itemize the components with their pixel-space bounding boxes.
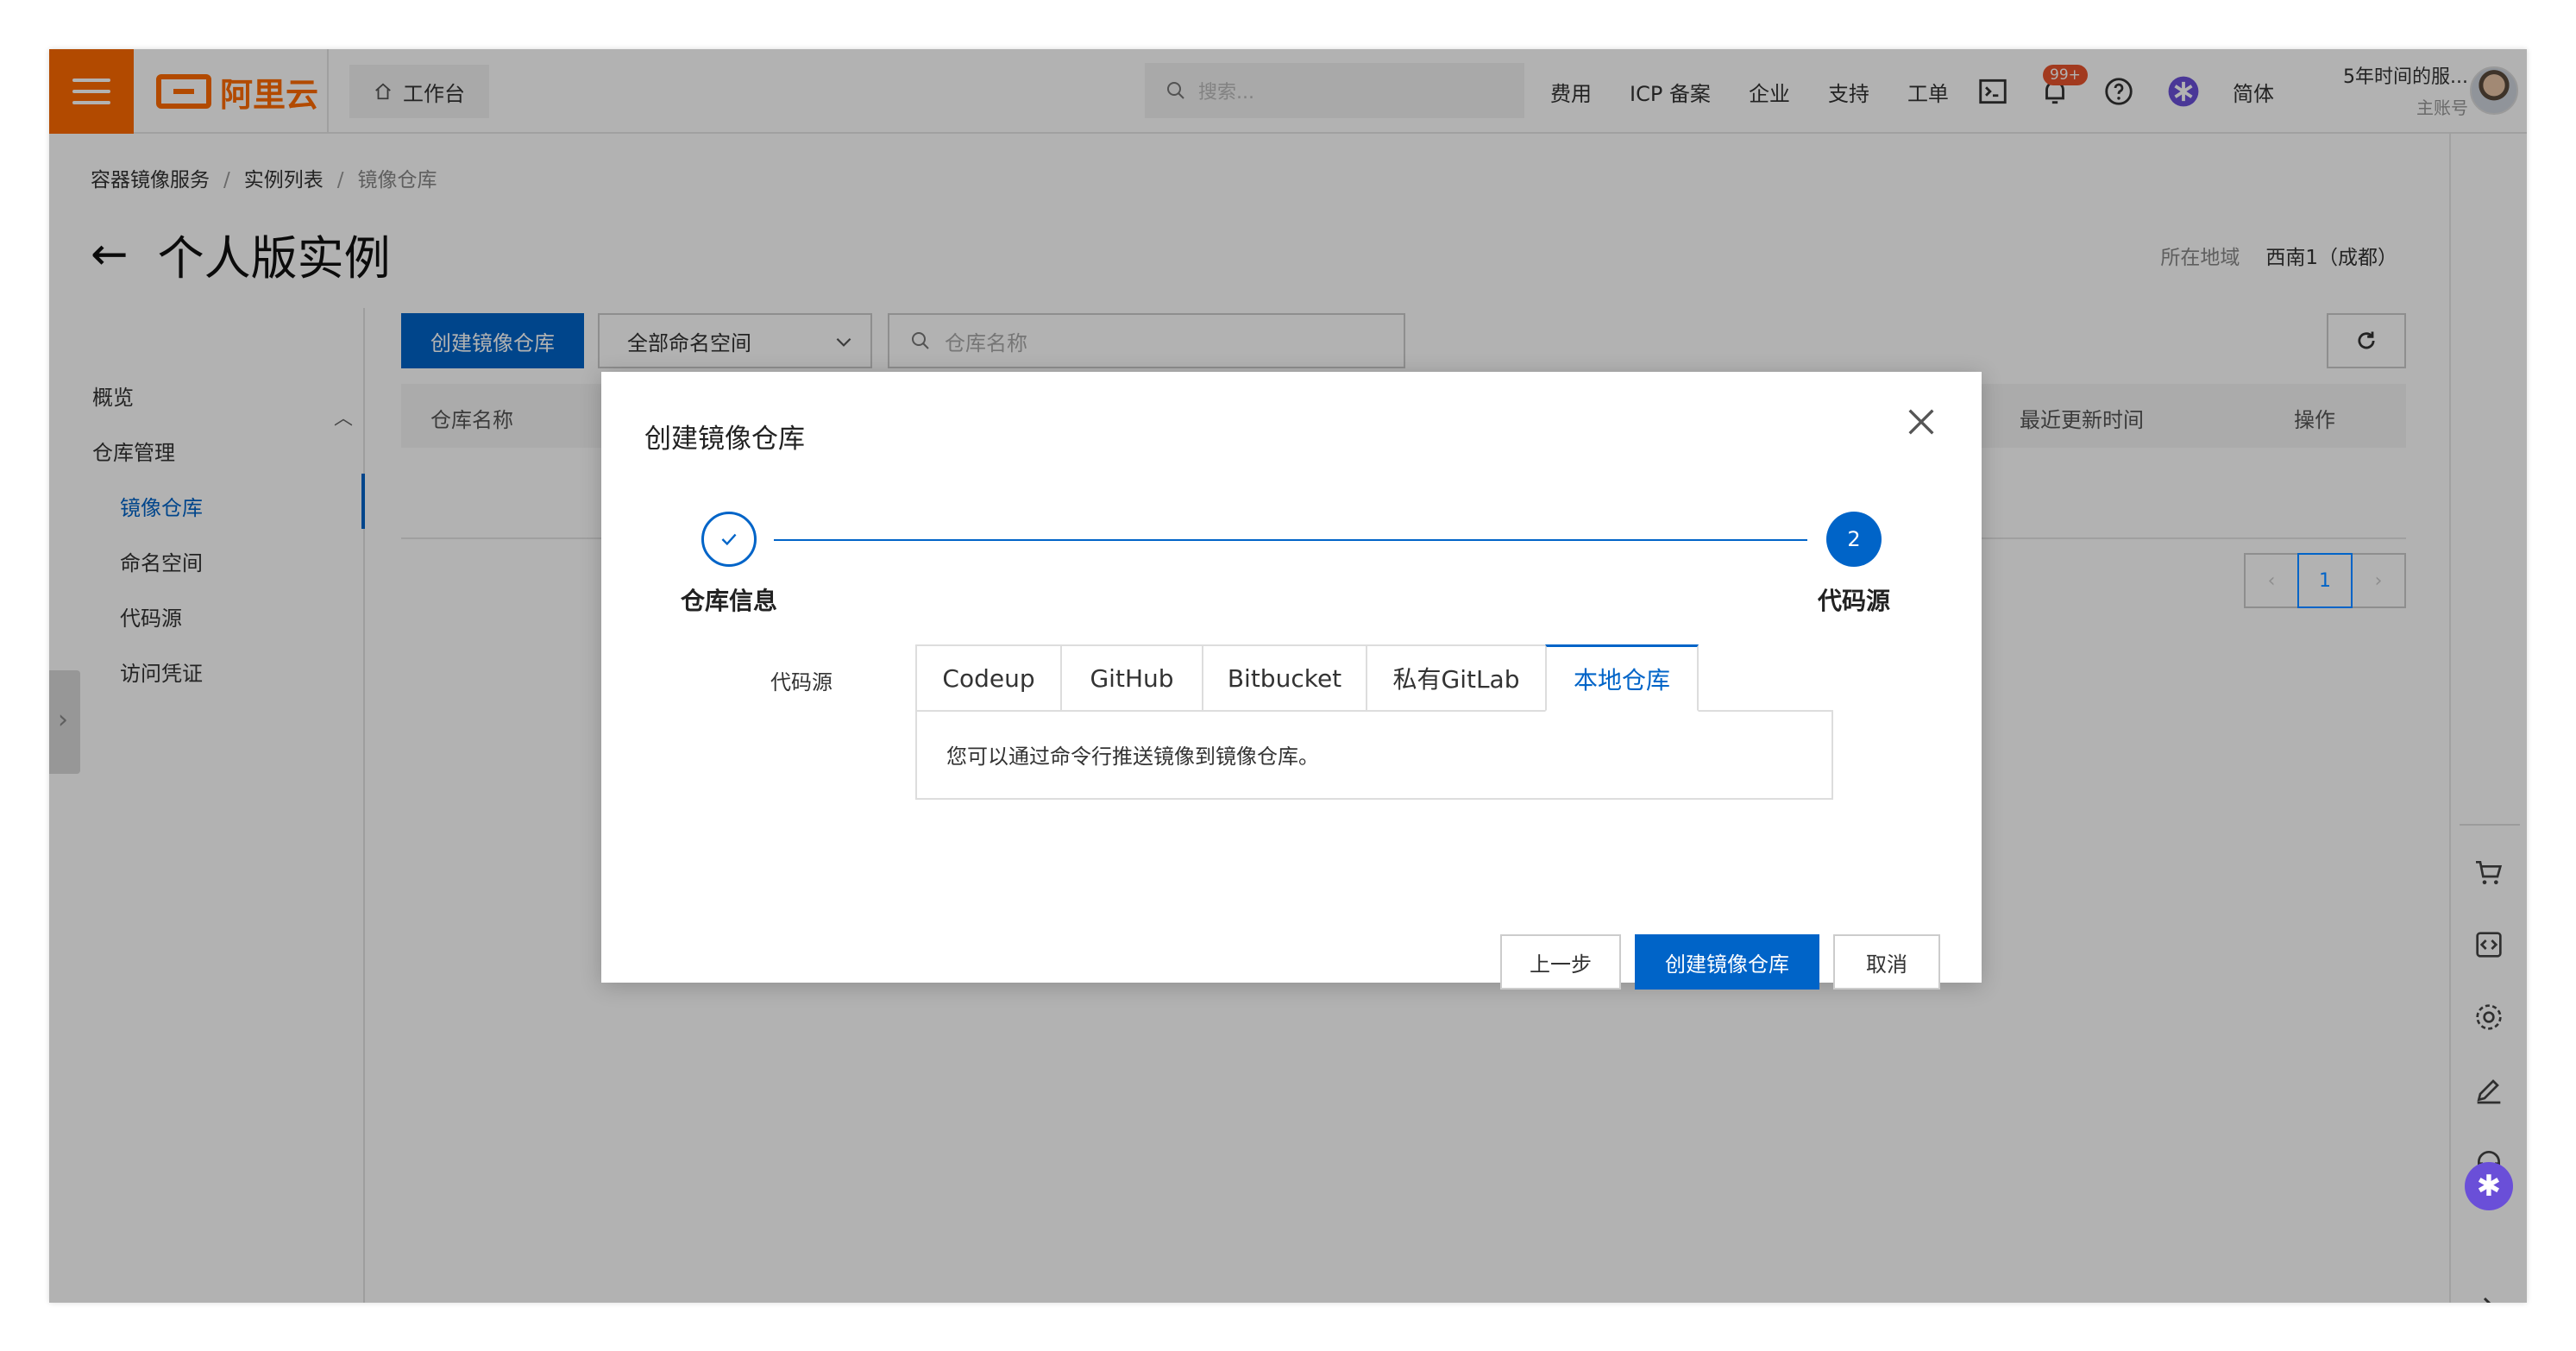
step-2-label: 代码源 [1818, 587, 1891, 615]
tab-bitbucket[interactable]: Bitbucket [1202, 644, 1366, 712]
console-window: 阿里云 工作台 搜索... 费用 ICP 备案 企业 支持 工单 99+ 简体 … [49, 49, 2527, 1303]
step-2-current-indicator: 2 [1826, 512, 1882, 567]
cancel-button[interactable]: 取消 [1833, 934, 1940, 990]
step-connector [774, 539, 1807, 541]
page-number-button[interactable]: 1 [2297, 553, 2353, 608]
source-tabs: Codeup GitHub Bitbucket 私有GitLab 本地仓库 [915, 644, 1699, 712]
tab-local-repo[interactable]: 本地仓库 [1545, 644, 1699, 712]
tab-panel-content: 您可以通过命令行推送镜像到镜像仓库。 [915, 710, 1833, 800]
source-field-label: 代码源 [770, 670, 832, 694]
dialog-title: 创建镜像仓库 [644, 424, 805, 455]
close-icon[interactable] [1904, 405, 1938, 439]
step-1-done-indicator [701, 512, 757, 567]
prev-step-button[interactable]: 上一步 [1500, 934, 1621, 990]
confirm-create-button[interactable]: 创建镜像仓库 [1635, 934, 1819, 990]
tab-private-gitlab[interactable]: 私有GitLab [1366, 644, 1545, 712]
step-1-label: 仓库信息 [681, 587, 778, 615]
create-repo-dialog: 创建镜像仓库 2 仓库信息 代码源 代码源 Codeup GitHub Bitb… [601, 372, 1982, 990]
assistant-robot-icon[interactable]: ✱ [2465, 1162, 2513, 1210]
tab-github[interactable]: GitHub [1060, 644, 1202, 712]
check-icon [721, 533, 737, 546]
tab-codeup[interactable]: Codeup [915, 644, 1060, 712]
